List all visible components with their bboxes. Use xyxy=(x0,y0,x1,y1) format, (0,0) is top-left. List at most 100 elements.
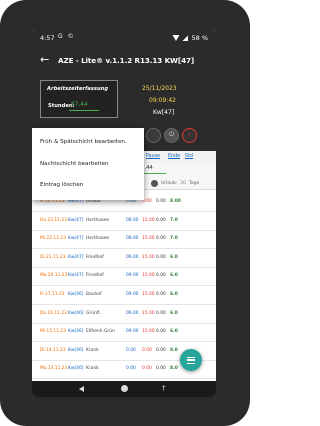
row-pause: 0.00 xyxy=(156,217,166,223)
row-end: 15.00 xyxy=(142,236,155,242)
power-icon[interactable]: ⏻ xyxy=(164,127,179,143)
urlaub-label: Urlaub: xyxy=(161,181,178,186)
arbeitszeit-box: Arbeitszeiterfassung Stunden: 87,44 xyxy=(40,80,118,118)
row-hours: 6.0 xyxy=(170,254,178,260)
row-hours: 6.0 xyxy=(170,292,178,297)
android-nav-bar: † xyxy=(32,381,216,397)
status-icons: G © xyxy=(58,33,74,40)
row-date: Di.14.11.23 xyxy=(40,347,66,353)
status-right: 58 % xyxy=(172,34,208,42)
context-menu: Früh & Spätschicht bearbeiten. Nachtschi… xyxy=(32,128,144,200)
screen: 4:57 G © 58 % ← AZE - Lite® v.1.1.2 R13.… xyxy=(32,29,216,397)
row-place: Friedhof xyxy=(86,254,104,260)
row-end: 0.00 xyxy=(142,366,152,372)
row-start: 09.00 xyxy=(126,329,139,335)
back-arrow-icon[interactable]: ← xyxy=(40,54,49,66)
row-pause: 0.00 xyxy=(156,236,166,242)
tab-std[interactable]: Std xyxy=(185,154,193,159)
row-end: 15.00 xyxy=(142,329,155,335)
row-end: 15.00 xyxy=(142,292,155,297)
toolbar-button-7[interactable] xyxy=(146,127,161,143)
row-kw: Kw[46] xyxy=(68,292,84,297)
menu-item-nachtschicht[interactable]: Nachtschicht bearbeiten xyxy=(40,161,109,167)
row-kw: Kw[46] xyxy=(68,310,84,316)
row-start: 09.00 xyxy=(126,292,139,297)
phone-frame: 4:57 G © 58 % ← AZE - Lite® v.1.1.2 R13.… xyxy=(0,0,250,426)
row-pause: 0.00 xyxy=(156,310,166,316)
row-date: Do.16.11.23 xyxy=(40,310,67,316)
app-title: AZE - Lite® v.1.1.2 R13.13 KW[47] xyxy=(58,56,195,65)
row-date: Mo.20.11.23 xyxy=(40,273,68,279)
tage-label: Tage xyxy=(189,181,200,186)
stunden-value: 87,44 xyxy=(69,100,99,111)
arbeitszeit-label: Arbeitszeiterfassung xyxy=(47,86,109,92)
row-pause: 0.00 xyxy=(156,254,166,260)
row-pause: 0.00 xyxy=(156,329,166,335)
row-place: Herthaaee xyxy=(86,236,110,242)
row-place: Friedhof xyxy=(86,273,104,279)
row-date: Do.23.11.23 xyxy=(40,217,67,223)
status-bar: 4:57 G © 58 % xyxy=(32,29,216,47)
row-end: 0.00 xyxy=(142,347,152,353)
row-pause: 0.00 xyxy=(156,292,166,297)
status-time: 4:57 xyxy=(40,34,55,42)
current-kw: Kw[47] xyxy=(153,109,175,116)
urlaub-count: 30 xyxy=(180,181,186,186)
row-place: Bauhof xyxy=(86,292,102,297)
urlaub-radio[interactable] xyxy=(151,180,158,187)
nav-accessibility-icon[interactable]: † xyxy=(162,384,166,392)
row-place: Grünfl. xyxy=(86,310,101,316)
current-time: 09:09:42 xyxy=(149,97,176,104)
row-kw: Kw[47] xyxy=(68,217,84,223)
row-hours: 6.0 xyxy=(170,273,178,279)
row-place: Krank xyxy=(86,366,99,372)
wifi-icon xyxy=(172,35,180,41)
current-date: 25/11/2023 xyxy=(142,85,177,92)
row-pause: 0.00 xyxy=(156,366,166,372)
row-date: Mi.22.11.23 xyxy=(40,236,66,242)
row-start: 08.00 xyxy=(126,217,139,223)
signal-icon xyxy=(182,35,189,41)
row-start: 0.00 xyxy=(126,366,136,372)
row-hours: 7.0 xyxy=(170,217,178,223)
row-start: 09.00 xyxy=(126,310,139,316)
nav-back-icon[interactable] xyxy=(79,386,84,392)
row-end: 15.00 xyxy=(142,217,155,223)
row-date: Fr.17.11.23 xyxy=(40,292,65,297)
menu-icon xyxy=(187,356,195,364)
row-hours: 8.00 xyxy=(170,199,181,204)
menu-item-frueh-spaet[interactable]: Früh & Spätschicht bearbeiten. xyxy=(40,139,127,145)
row-start: 09.00 xyxy=(126,273,139,279)
battery-text: 58 % xyxy=(191,34,208,42)
nav-home-icon[interactable] xyxy=(121,385,128,392)
row-kw: Kw[47] xyxy=(68,254,84,260)
row-date: Di.21.11.23 xyxy=(40,254,66,260)
menu-item-delete[interactable]: Eintrag löschen xyxy=(40,182,83,188)
notification-icon: © xyxy=(67,33,74,40)
tab-ende[interactable]: Ende xyxy=(168,154,180,159)
app-bar: ← AZE - Lite® v.1.1.2 R13.13 KW[47] xyxy=(32,47,216,75)
row-start: 0.00 xyxy=(126,347,136,353)
row-kw: Kw[46] xyxy=(68,347,84,353)
row-hours: 8.0 xyxy=(170,366,178,372)
alert-icon[interactable]: ! xyxy=(182,127,197,143)
row-start: 08.00 xyxy=(126,236,139,242)
tab-pause[interactable]: Pause xyxy=(146,154,160,159)
row-end: 15.00 xyxy=(142,310,155,316)
row-pause: 0.00 xyxy=(156,273,166,279)
row-kw: Kw[47] xyxy=(68,273,84,279)
row-end: 15.00 xyxy=(142,254,155,260)
row-place: Elfhenh.Grün xyxy=(86,329,115,335)
row-place: Krank xyxy=(86,347,99,353)
row-start: 09.00 xyxy=(126,254,139,260)
row-kw: Kw[46] xyxy=(68,366,84,372)
row-place: Herthaaee xyxy=(86,217,110,223)
row-date: Mo.13.11.23 xyxy=(40,366,68,372)
row-pause: 0.00 xyxy=(156,347,166,353)
fab-menu-button[interactable] xyxy=(180,349,202,371)
row-hours: 8.0 xyxy=(170,347,178,353)
row-kw: Kw[47] xyxy=(68,236,84,242)
google-icon: G xyxy=(58,33,63,40)
row-hours: 6.0 xyxy=(170,329,178,335)
row-end: 15.00 xyxy=(142,273,155,279)
